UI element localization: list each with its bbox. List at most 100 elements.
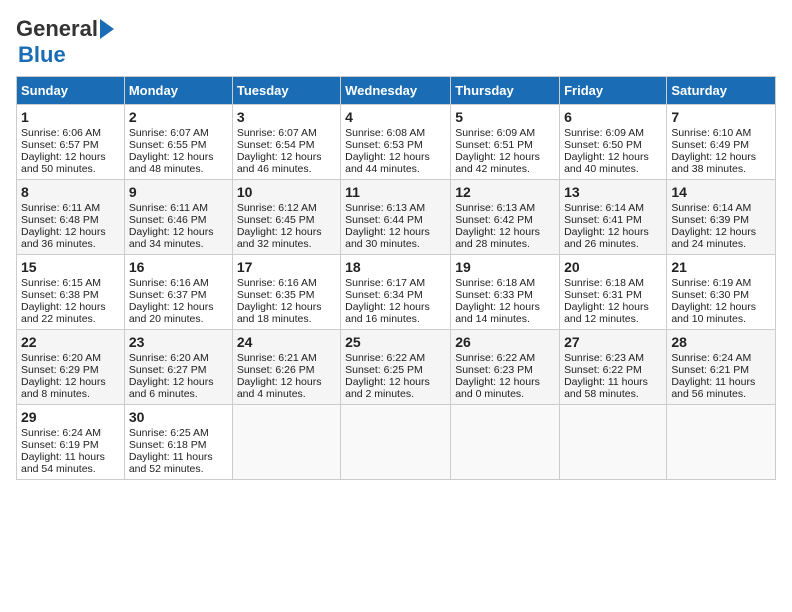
day-number: 20 [564,259,662,275]
sunrise: Sunrise: 6:21 AM [237,352,317,364]
day-number: 18 [345,259,446,275]
day-number: 26 [455,334,555,350]
daylight: Daylight: 12 hours and 34 minutes. [129,226,214,250]
daylight: Daylight: 12 hours and 0 minutes. [455,376,540,400]
page-header: General Blue [16,16,776,68]
day-number: 11 [345,184,446,200]
sunrise: Sunrise: 6:11 AM [129,202,208,214]
day-number: 15 [21,259,120,275]
day-number: 21 [671,259,771,275]
sunset: Sunset: 6:54 PM [237,139,315,151]
day-number: 22 [21,334,120,350]
sunrise: Sunrise: 6:14 AM [564,202,644,214]
daylight: Daylight: 12 hours and 20 minutes. [129,301,214,325]
daylight: Daylight: 12 hours and 46 minutes. [237,151,322,175]
sunrise: Sunrise: 6:24 AM [671,352,751,364]
day-number: 30 [129,409,228,425]
calendar-week-row: 15Sunrise: 6:15 AMSunset: 6:38 PMDayligh… [17,255,776,330]
sunrise: Sunrise: 6:15 AM [21,277,101,289]
day-number: 9 [129,184,228,200]
day-number: 28 [671,334,771,350]
daylight: Daylight: 12 hours and 38 minutes. [671,151,756,175]
calendar-cell: 23Sunrise: 6:20 AMSunset: 6:27 PMDayligh… [124,330,232,405]
sunrise: Sunrise: 6:17 AM [345,277,425,289]
calendar-cell [451,405,560,480]
day-number: 8 [21,184,120,200]
calendar-cell: 22Sunrise: 6:20 AMSunset: 6:29 PMDayligh… [17,330,125,405]
day-number: 17 [237,259,336,275]
daylight: Daylight: 12 hours and 50 minutes. [21,151,106,175]
calendar-body: 1Sunrise: 6:06 AMSunset: 6:57 PMDaylight… [17,105,776,480]
sunset: Sunset: 6:18 PM [129,439,207,451]
sunrise: Sunrise: 6:10 AM [671,127,751,139]
calendar-cell: 15 Sunrise: 6:15 AMSunset: 6:38 PMDayligh… [17,255,125,330]
day-header: Sunday [17,77,125,105]
sunset: Sunset: 6:27 PM [129,364,207,376]
sunset: Sunset: 6:31 PM [564,289,642,301]
day-number: 29 [21,409,120,425]
daylight: Daylight: 12 hours and 32 minutes. [237,226,322,250]
calendar-cell: 11Sunrise: 6:13 AMSunset: 6:44 PMDayligh… [341,180,451,255]
sunrise: Sunrise: 6:07 AM [237,127,317,139]
sunrise: Sunrise: 6:19 AM [671,277,751,289]
sunrise: Sunrise: 6:20 AM [129,352,209,364]
calendar-cell: 24Sunrise: 6:21 AMSunset: 6:26 PMDayligh… [232,330,340,405]
sunset: Sunset: 6:49 PM [671,139,749,151]
sunset: Sunset: 6:42 PM [455,214,533,226]
calendar-cell: 25Sunrise: 6:22 AMSunset: 6:25 PMDayligh… [341,330,451,405]
calendar-cell: 28Sunrise: 6:24 AMSunset: 6:21 PMDayligh… [667,330,776,405]
day-number: 27 [564,334,662,350]
calendar-cell: 1Sunrise: 6:06 AMSunset: 6:57 PMDaylight… [17,105,125,180]
sunset: Sunset: 6:44 PM [345,214,423,226]
calendar-week-row: 29 Sunrise: 6:24 AMSunset: 6:19 PM Dayligh… [17,405,776,480]
day-number: 1 [21,109,120,125]
sunrise: Sunrise: 6:13 AM [345,202,425,214]
daylight: Daylight: 11 hours and 58 minutes. [564,376,648,400]
calendar-cell: 5Sunrise: 6:09 AMSunset: 6:51 PMDaylight… [451,105,560,180]
calendar-cell: 27Sunrise: 6:23 AMSunset: 6:22 PMDayligh… [560,330,667,405]
daylight: Daylight: 12 hours and 22 minutes. [21,301,106,325]
daylight: Daylight: 12 hours and 12 minutes. [564,301,649,325]
calendar-cell: 3Sunrise: 6:07 AMSunset: 6:54 PMDaylight… [232,105,340,180]
calendar-cell [341,405,451,480]
calendar-cell [232,405,340,480]
daylight: Daylight: 11 hours and 52 minutes. [129,451,213,475]
sunset: Sunset: 6:33 PM [455,289,533,301]
sunset: Sunset: 6:38 PM [21,289,99,301]
sunset: Sunset: 6:53 PM [345,139,423,151]
sunset: Sunset: 6:21 PM [671,364,749,376]
sunrise: Sunrise: 6:13 AM [455,202,535,214]
calendar-cell: 21Sunrise: 6:19 AMSunset: 6:30 PMDayligh… [667,255,776,330]
sunrise: Sunrise: 6:16 AM [237,277,317,289]
sunset: Sunset: 6:29 PM [21,364,99,376]
sunrise: Sunrise: 6:18 AM [564,277,644,289]
daylight: Daylight: 12 hours and 10 minutes. [671,301,756,325]
day-number: 13 [564,184,662,200]
daylight: Daylight: 12 hours and 6 minutes. [129,376,214,400]
day-header: Thursday [451,77,560,105]
sunrise: Sunrise: 6:18 AM [455,277,535,289]
day-header: Wednesday [341,77,451,105]
day-header: Monday [124,77,232,105]
calendar-cell: 8Sunrise: 6:11 AMSunset: 6:48 PMDaylight… [17,180,125,255]
calendar-cell: 29Sunrise: 6:24 AMSunset: 6:19 PMDayligh… [17,405,125,480]
daylight: Daylight: 12 hours and 16 minutes. [345,301,430,325]
sunset: Sunset: 6:41 PM [564,214,642,226]
day-header: Tuesday [232,77,340,105]
calendar-week-row: 8Sunrise: 6:11 AMSunset: 6:48 PMDaylight… [17,180,776,255]
calendar-header-row: SundayMondayTuesdayWednesdayThursdayFrid… [17,77,776,105]
day-number: 5 [455,109,555,125]
sunrise: Sunrise: 6:22 AM [345,352,425,364]
sunset: Sunset: 6:26 PM [237,364,315,376]
sunrise: Sunrise: 6:16 AM [129,277,209,289]
calendar-cell: 13Sunrise: 6:14 AMSunset: 6:41 PMDayligh… [560,180,667,255]
day-number: 19 [455,259,555,275]
sunrise: Sunrise: 6:24 AM [21,427,101,439]
calendar-cell: 14Sunrise: 6:14 AMSunset: 6:39 PMDayligh… [667,180,776,255]
sunset: Sunset: 6:35 PM [237,289,315,301]
calendar-cell: 10Sunrise: 6:12 AMSunset: 6:45 PMDayligh… [232,180,340,255]
calendar-table: SundayMondayTuesdayWednesdayThursdayFrid… [16,76,776,480]
sunset: Sunset: 6:19 PM [21,439,99,451]
day-number: 25 [345,334,446,350]
sunrise: Sunrise: 6:07 AM [129,127,209,139]
